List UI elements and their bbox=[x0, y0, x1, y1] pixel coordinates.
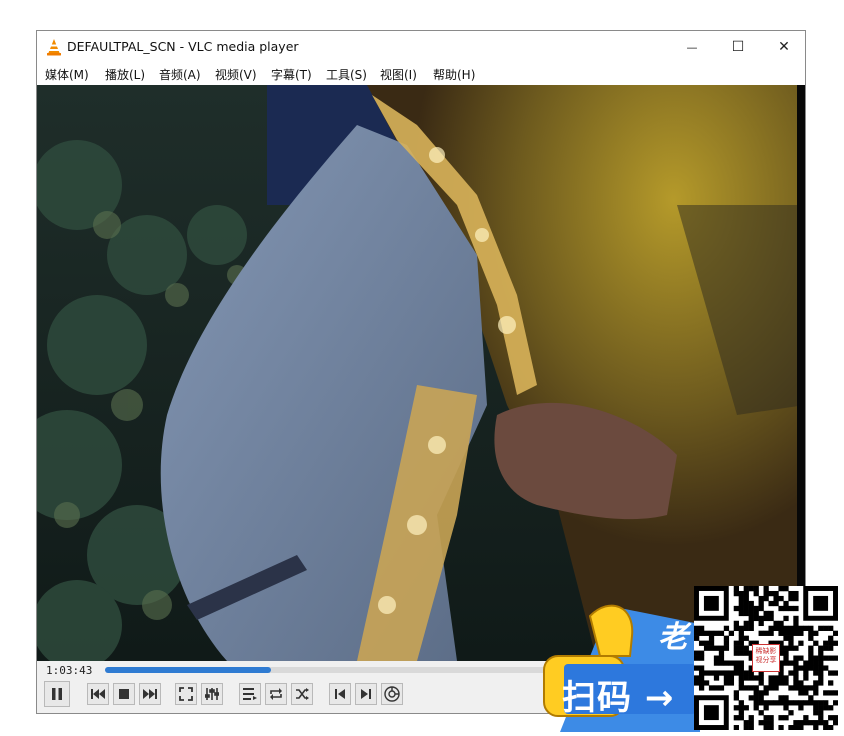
elapsed-time: 1:03:43 bbox=[46, 664, 93, 677]
shuffle-icon bbox=[296, 688, 309, 700]
qr-center-logo: 稀缺影视分享 bbox=[752, 644, 780, 672]
frame-forward-icon bbox=[361, 689, 371, 699]
next-button[interactable] bbox=[139, 683, 161, 705]
fullscreen-icon bbox=[179, 687, 193, 701]
window-title: DEFAULTPAL_SCN - VLC media player bbox=[67, 39, 299, 54]
seek-progress bbox=[105, 667, 271, 673]
menu-tools[interactable]: 工具(S) bbox=[326, 66, 367, 83]
vlc-cone-icon bbox=[47, 39, 61, 56]
menu-video[interactable]: 视频(V) bbox=[215, 66, 257, 83]
playlist-button[interactable] bbox=[239, 683, 261, 705]
menu-bar: 媒体(M) 播放(L) 音频(A) 视频(V) 字幕(T) 工具(S) 视图(I… bbox=[37, 63, 805, 85]
stop-button[interactable] bbox=[113, 683, 135, 705]
equalizer-button[interactable] bbox=[201, 683, 223, 705]
pause-button[interactable] bbox=[44, 681, 70, 707]
menu-subtitle[interactable]: 字幕(T) bbox=[271, 66, 312, 83]
menu-audio[interactable]: 音频(A) bbox=[159, 66, 201, 83]
menu-help[interactable]: 帮助(H) bbox=[433, 66, 475, 83]
close-button[interactable]: ✕ bbox=[761, 31, 807, 63]
video-content-image bbox=[37, 85, 805, 661]
minimize-button[interactable]: — bbox=[669, 31, 715, 63]
frame-back-button[interactable] bbox=[329, 683, 351, 705]
title-bar[interactable]: DEFAULTPAL_SCN - VLC media player — ☐ ✕ bbox=[37, 31, 805, 63]
equalizer-icon bbox=[205, 688, 219, 700]
loop-button[interactable] bbox=[265, 683, 287, 705]
next-icon bbox=[143, 689, 157, 699]
video-frame[interactable] bbox=[37, 85, 805, 661]
menu-view[interactable]: 视图(I) bbox=[380, 66, 417, 83]
pause-icon bbox=[52, 688, 62, 700]
playlist-icon bbox=[243, 688, 257, 700]
snapshot-button[interactable] bbox=[381, 683, 403, 705]
fullscreen-button[interactable] bbox=[175, 683, 197, 705]
frame-back-icon bbox=[335, 689, 345, 699]
scan-prompt-text: 扫码 → bbox=[562, 678, 675, 718]
stop-icon bbox=[119, 689, 129, 699]
maximize-icon: ☐ bbox=[731, 39, 745, 55]
maximize-button[interactable]: ☐ bbox=[715, 31, 761, 63]
qr-code-card: 稀缺影视分享 bbox=[694, 586, 839, 731]
badge-text: 老 bbox=[658, 620, 688, 655]
frame-forward-button[interactable] bbox=[355, 683, 377, 705]
minimize-icon: — bbox=[686, 40, 698, 54]
menu-playback[interactable]: 播放(L) bbox=[105, 66, 145, 83]
snapshot-icon bbox=[384, 686, 400, 702]
previous-button[interactable] bbox=[87, 683, 109, 705]
close-icon: ✕ bbox=[778, 39, 790, 55]
shuffle-button[interactable] bbox=[291, 683, 313, 705]
loop-icon bbox=[270, 688, 282, 700]
menu-media[interactable]: 媒体(M) bbox=[45, 66, 89, 83]
previous-icon bbox=[91, 689, 105, 699]
